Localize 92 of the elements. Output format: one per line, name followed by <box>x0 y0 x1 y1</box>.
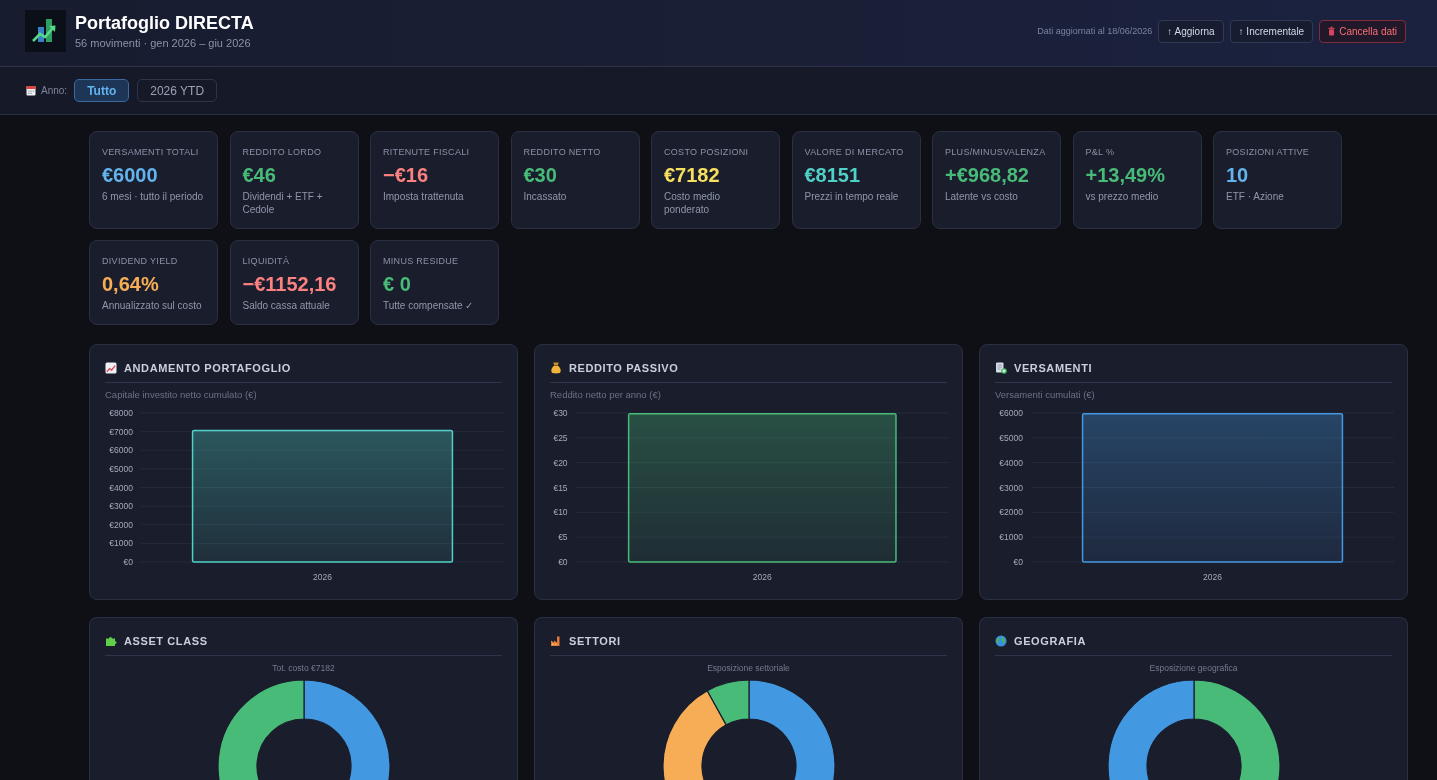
kpi-value: +13,49% <box>1085 163 1165 188</box>
y-axis-label: €7000 <box>109 426 133 437</box>
calendar-icon <box>26 85 36 96</box>
y-axis-label: €1000 <box>999 532 1023 543</box>
last-updated-text: Dati aggiornati al 18/06/2026 <box>1037 26 1153 36</box>
kpi-value: €30 <box>523 163 557 188</box>
y-axis-label: €0 <box>123 557 133 567</box>
kpi-note: Costo medio ponderato <box>664 190 722 216</box>
y-axis-label: €3000 <box>109 501 133 512</box>
kpi-value: 10 <box>1226 163 1249 188</box>
puzzle-icon <box>105 635 117 647</box>
chart-title: Reddito netto per anno (€) <box>550 389 661 401</box>
y-axis-label: €0 <box>1013 557 1023 567</box>
kpi-label: DIVIDEND YIELD <box>102 255 178 267</box>
kpi-value: € 0 <box>383 272 411 297</box>
y-axis-label: €5000 <box>999 432 1023 443</box>
kpi-label: P&L % <box>1085 146 1115 158</box>
document-plus-icon <box>995 362 1007 374</box>
chart-title: Esposizione geografica <box>1149 663 1238 673</box>
kpi-value: −€1152,16 <box>242 272 337 297</box>
kpi-note: Tutte compensate ✓ <box>383 299 475 312</box>
kpi-note: Annualizzato sul costo <box>102 299 203 312</box>
factory-icon <box>550 635 562 647</box>
kpi-note: Saldo cassa attuale <box>242 299 331 312</box>
app-title: Portafoglio DIRECTA <box>75 12 254 34</box>
year-filter-label: Anno: <box>41 85 68 96</box>
kpi-value: €6000 <box>102 163 158 188</box>
year-tab[interactable]: Tutto <box>74 79 130 102</box>
y-axis-label: €4000 <box>109 482 133 493</box>
y-axis-label: €5 <box>558 532 568 543</box>
kpi-label: REDDITO LORDO <box>242 146 322 158</box>
year-tab[interactable]: 2026 YTD <box>137 79 218 102</box>
update-button[interactable]: ↑ Aggiorna <box>1158 19 1224 43</box>
kpi-label: MINUS RESIDUE <box>383 255 459 267</box>
kpi-note: Prezzi in tempo reale <box>804 190 900 203</box>
kpi-label: VERSAMENTI TOTALI <box>102 146 199 158</box>
kpi-note: Imposta trattenuta <box>383 190 465 203</box>
kpi-value: 0,64% <box>102 272 159 297</box>
kpi-value: €46 <box>242 163 276 188</box>
kpi-note: ETF · Azione <box>1226 190 1285 203</box>
y-axis-label: €0 <box>558 557 568 567</box>
globe-icon <box>995 635 1007 647</box>
kpi-label: POSIZIONI ATTIVE <box>1226 146 1310 158</box>
kpi-label: REDDITO NETTO <box>523 146 601 158</box>
y-axis-label: €25 <box>553 432 568 443</box>
logo-icon <box>25 10 66 52</box>
kpi-label: PLUS/MINUSVALENZA <box>945 146 1046 158</box>
app-subtitle: 56 movimenti · gen 2026 – giu 2026 <box>75 36 252 50</box>
x-axis-label: 2026 <box>313 572 332 582</box>
y-axis-label: €5000 <box>109 463 133 474</box>
chart-card-title: VERSAMENTI <box>1014 362 1093 374</box>
kpi-label: RITENUTE FISCALI <box>383 146 470 158</box>
chart-card-title: ASSET CLASS <box>124 635 208 647</box>
y-axis-label: €2000 <box>999 507 1023 518</box>
chart-card-title: SETTORI <box>569 635 621 647</box>
kpi-value: €7182 <box>664 163 720 188</box>
chart-card-title: REDDITO PASSIVO <box>569 362 679 374</box>
y-axis-label: €2000 <box>109 519 133 530</box>
chart-card-title: ANDAMENTO PORTAFOGLIO <box>124 362 291 374</box>
kpi-label: VALORE DI MERCATO <box>804 146 904 158</box>
chart-title: Esposizione settoriale <box>707 663 790 673</box>
chart-card-title: GEOGRAFIA <box>1014 635 1086 647</box>
kpi-label: COSTO POSIZIONI <box>664 146 749 158</box>
kpi-note: 6 mesi · tutto il periodo <box>102 190 205 203</box>
y-axis-label: €6000 <box>109 445 133 456</box>
trash-icon <box>1328 26 1336 36</box>
y-axis-label: €30 <box>553 408 568 418</box>
money-bag-icon <box>550 362 562 374</box>
y-axis-label: €4000 <box>999 457 1023 468</box>
kpi-value: €8151 <box>804 163 861 188</box>
kpi-value: −€16 <box>383 163 429 188</box>
kpi-label: LIQUIDITÀ <box>242 255 290 267</box>
x-axis-label: 2026 <box>1203 572 1222 582</box>
kpi-value: +€968,82 <box>945 163 1029 188</box>
y-axis-label: €10 <box>553 507 568 518</box>
y-axis-label: €1000 <box>109 538 133 549</box>
chart-title: Versamenti cumulati (€) <box>995 389 1095 401</box>
kpi-note: Incassato <box>523 190 568 203</box>
kpi-note: Dividendi + ETF + Cedole <box>242 190 324 216</box>
line-chart-icon <box>105 362 117 374</box>
x-axis-label: 2026 <box>752 572 772 582</box>
incremental-update-button[interactable]: ↑ Incrementale <box>1229 19 1314 43</box>
y-axis-label: €20 <box>553 457 568 468</box>
kpi-note: Latente vs costo <box>945 190 1019 203</box>
chart-title: Capitale investito netto cumulato (€) <box>105 389 257 401</box>
clear-data-button[interactable]: Cancella dati <box>1319 19 1406 43</box>
y-axis-label: €6000 <box>999 408 1023 418</box>
y-axis-label: €8000 <box>109 408 133 418</box>
chart-title: Tot. costo €7182 <box>272 663 335 673</box>
kpi-note: vs prezzo medio <box>1085 190 1160 203</box>
y-axis-label: €3000 <box>999 482 1023 493</box>
y-axis-label: €15 <box>553 482 568 493</box>
